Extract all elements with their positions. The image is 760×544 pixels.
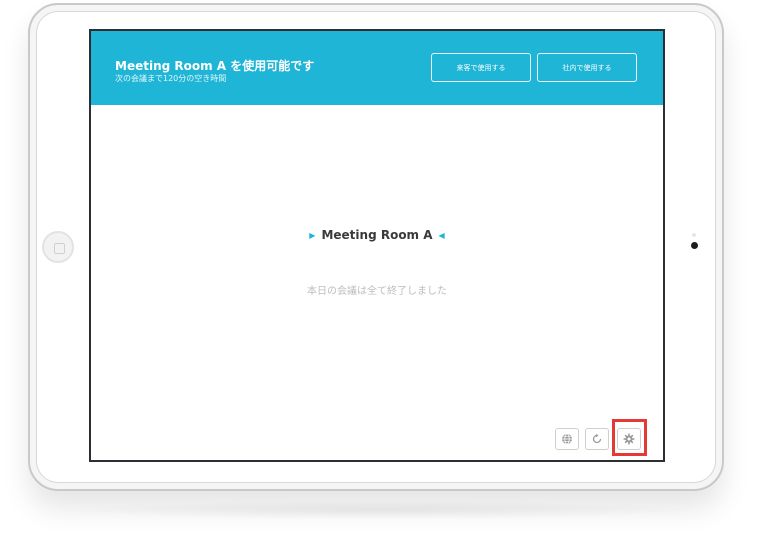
use-for-guest-button[interactable]: 来客で使用する [431,53,531,82]
home-button[interactable] [42,231,74,263]
camera-dot [691,242,698,249]
availability-title: Meeting Room A を使用可能です [115,59,315,73]
triangle-left-icon: ◀ [438,231,445,240]
tablet-shadow [60,500,700,520]
globe-icon [562,433,572,445]
refresh-button[interactable] [585,428,609,450]
home-square-icon [54,243,65,254]
triangle-right-icon: ▶ [309,231,316,240]
use-internal-button[interactable]: 社内で使用する [537,53,637,82]
room-name-row: ▶ Meeting Room A ◀ [91,228,663,242]
room-name: Meeting Room A [321,228,433,242]
language-button[interactable] [555,428,579,450]
refresh-icon [592,433,602,444]
settings-highlight-box [612,419,647,456]
availability-header: Meeting Room A を使用可能です 次の会議まで120分の空き時間 来… [91,31,663,105]
availability-subtitle: 次の会議まで120分の空き時間 [115,74,227,83]
status-message: 本日の会議は全て終了しました [307,286,447,297]
sensor-dot [692,233,696,237]
app-screen: Meeting Room A を使用可能です 次の会議まで120分の空き時間 来… [89,29,665,462]
